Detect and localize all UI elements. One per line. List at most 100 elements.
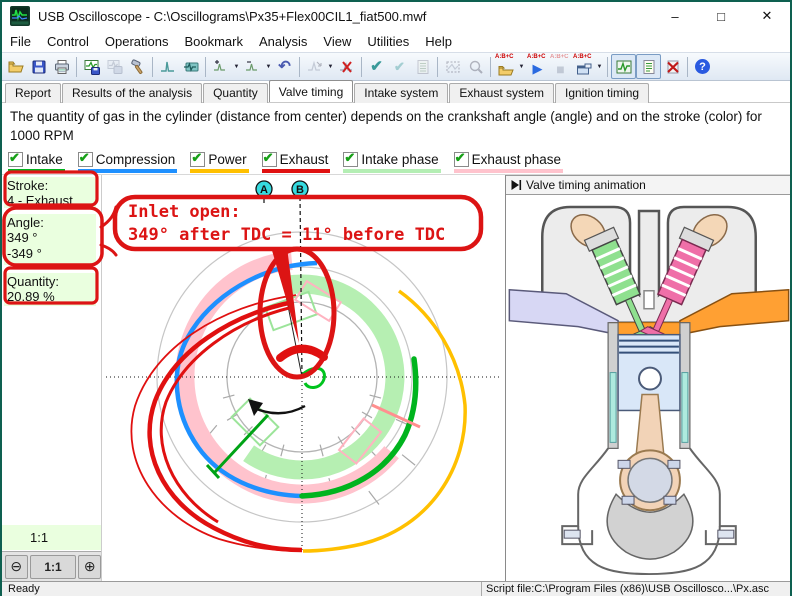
print-button[interactable] [50, 55, 73, 78]
script-badge: A:B+C [495, 54, 514, 60]
description-text: The quantity of gas in the cylinder (dis… [2, 103, 790, 150]
shrink-dropdown-arrow[interactable]: ▼ [264, 64, 273, 70]
menu-analysis[interactable]: Analysis [251, 32, 315, 51]
script-badge: A:B+C [550, 54, 569, 60]
stop-icon: ■ [556, 62, 564, 76]
marker-a[interactable]: A [256, 181, 272, 203]
checkbox-power[interactable]: ✔Power [190, 152, 248, 173]
tab-ignition-timing[interactable]: Ignition timing [555, 83, 649, 103]
angle-label: Angle: [7, 215, 93, 230]
minimize-button[interactable]: – [652, 3, 698, 29]
pulse-icon [159, 58, 177, 76]
left-info-panel: Stroke: 4 - Exhaust Angle: 349 ° -349 ° … [2, 175, 102, 581]
measure-icon [306, 58, 324, 76]
pulse-button[interactable] [156, 55, 179, 78]
report-button[interactable] [411, 55, 434, 78]
script-badge: A:B+C [527, 54, 546, 60]
undo-button[interactable]: ↶ [273, 55, 296, 78]
check-icon: ✔ [370, 59, 383, 74]
quantity-info-box: Quantity: 20.89 % [4, 273, 96, 306]
spark-plug [644, 291, 654, 309]
maximize-button[interactable]: □ [698, 3, 744, 29]
menu-operations[interactable]: Operations [97, 32, 177, 51]
zoom-out-button[interactable]: ⊖ [5, 555, 28, 579]
tab-exhaust-system[interactable]: Exhaust system [449, 83, 554, 103]
status-bar: Ready Script file:C:\Program Files (x86)… [2, 581, 790, 596]
save-file-button[interactable] [27, 55, 50, 78]
help-button[interactable]: ? [691, 55, 714, 78]
script-panel-icon [640, 58, 658, 76]
tab-valve-timing[interactable]: Valve timing [269, 80, 353, 102]
erase-marks-button[interactable] [335, 55, 358, 78]
checkbox-icon: ✔ [454, 152, 469, 167]
angle-value: 349 ° [7, 230, 93, 245]
shrink-signal-button[interactable] [241, 55, 264, 78]
script-run-button[interactable]: A:B+C ▶ [526, 55, 549, 78]
tab-report[interactable]: Report [5, 83, 61, 103]
toggle-script-panel-button[interactable] [636, 54, 661, 79]
report-list-icon [414, 58, 432, 76]
pulse-settings-button[interactable] [179, 55, 202, 78]
script-stop-button[interactable]: A:B+C ■ [549, 55, 572, 78]
zoom-reset-button[interactable]: 1:1 [30, 555, 77, 579]
toggle-graph-panel-button[interactable] [611, 54, 636, 79]
play-icon: ▶ [533, 62, 543, 75]
script-editor-button[interactable]: A:B+C [572, 55, 595, 78]
select-region-button[interactable] [441, 55, 464, 78]
animation-header[interactable]: Valve timing animation [506, 175, 792, 195]
menu-bookmark[interactable]: Bookmark [176, 32, 251, 51]
open-file-button[interactable] [4, 55, 27, 78]
menu-help[interactable]: Help [417, 32, 460, 51]
svg-text:A: A [260, 184, 268, 196]
script-badge: A:B+C [573, 54, 592, 60]
zoom-region-button[interactable] [464, 55, 487, 78]
pulse-settings-icon [182, 58, 200, 76]
tools-button[interactable] [126, 55, 149, 78]
toolbar-separator [607, 57, 608, 77]
checkbox-intake-phase[interactable]: ✔Intake phase [343, 152, 440, 173]
play-step-icon [510, 179, 522, 191]
marker-b[interactable]: B [292, 181, 308, 197]
menu-file[interactable]: File [2, 32, 39, 51]
zoom-in-button[interactable]: ⊕ [78, 555, 101, 579]
save-image-button[interactable] [80, 55, 103, 78]
hammer-icon [129, 58, 147, 76]
script-open-button[interactable]: A:B+C [494, 55, 517, 78]
main-content: Stroke: 4 - Exhaust Angle: 349 ° -349 ° … [2, 174, 790, 581]
checkbox-exhaust-phase[interactable]: ✔Exhaust phase [454, 152, 563, 173]
stretch-dropdown-arrow[interactable]: ▼ [232, 64, 241, 70]
checkbox-compression[interactable]: ✔Compression [78, 152, 178, 173]
script-folder-icon [497, 60, 515, 78]
script-editor-dropdown-arrow[interactable]: ▼ [595, 64, 604, 70]
menu-control[interactable]: Control [39, 32, 97, 51]
checkbox-intake[interactable]: ✔Intake [8, 152, 65, 173]
quantity-value: 20.89 % [7, 289, 93, 304]
menu-view[interactable]: View [315, 32, 359, 51]
export-image-button[interactable] [103, 55, 126, 78]
measure-dropdown-arrow[interactable]: ▼ [326, 64, 335, 70]
close-button[interactable]: ✕ [744, 3, 790, 29]
checkbox-exhaust[interactable]: ✔Exhaust [262, 152, 331, 173]
app-window: USB Oscilloscope - C:\Oscillograms\Px35+… [0, 0, 792, 596]
script-open-dropdown-arrow[interactable]: ▼ [517, 64, 526, 70]
measure-button[interactable] [303, 55, 326, 78]
angle-value-alt: -349 ° [7, 246, 93, 261]
toolbar-separator [299, 57, 300, 77]
checkbox-icon: ✔ [190, 152, 205, 167]
tab-intake-system[interactable]: Intake system [354, 83, 448, 103]
apply-all-button[interactable]: ✔ [388, 55, 411, 78]
polar-chart: A B [102, 175, 505, 581]
apply-button[interactable]: ✔ [365, 55, 388, 78]
stretch-signal-button[interactable] [209, 55, 232, 78]
stroke-value: 4 - Exhaust [7, 193, 93, 208]
close-document-button[interactable] [661, 55, 684, 78]
checkbox-icon: ✔ [343, 152, 358, 167]
script-window-icon [575, 60, 593, 78]
tab-bar: Report Results of the analysis Quantity … [2, 81, 790, 103]
tab-results-of-the-analysis[interactable]: Results of the analysis [62, 83, 202, 103]
menu-utilities[interactable]: Utilities [359, 32, 417, 51]
tab-quantity[interactable]: Quantity [203, 83, 268, 103]
polar-chart-area[interactable]: A B [102, 175, 505, 581]
engine-diagram [506, 195, 792, 581]
floppy-icon [30, 58, 48, 76]
